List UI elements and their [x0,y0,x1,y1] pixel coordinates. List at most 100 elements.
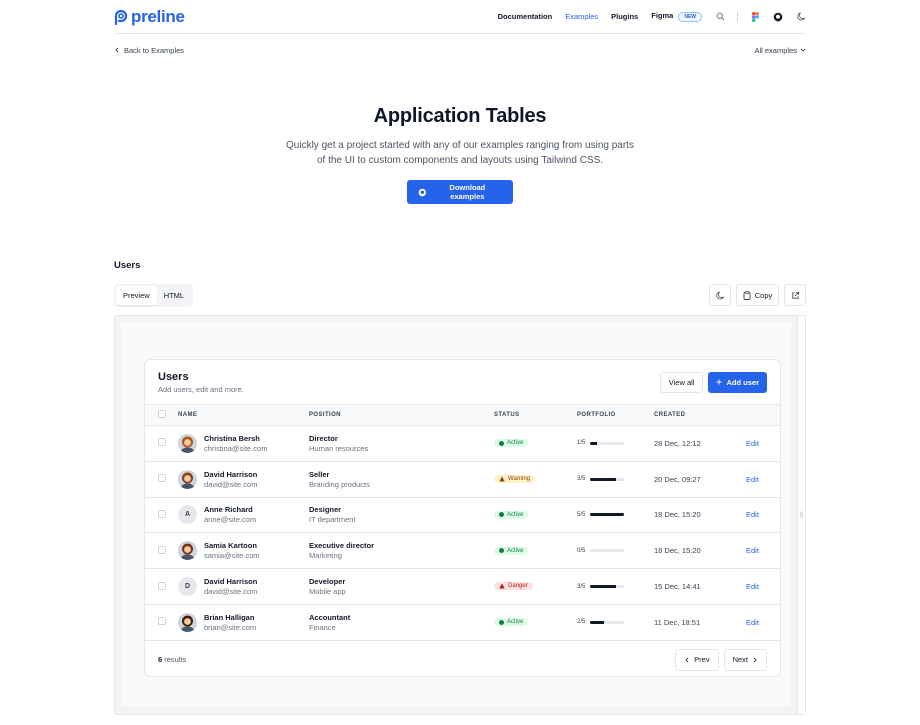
back-label: Back to Examples [124,45,185,55]
all-examples-dropdown[interactable]: All examples [754,46,806,55]
portfolio-value: 0/5 [577,547,586,554]
row-checkbox[interactable] [158,581,166,590]
portfolio-bar-fill [590,513,625,517]
status-badge: Danger [494,582,533,591]
portfolio-bar-fill [590,620,604,624]
resize-handle[interactable]: || [797,316,805,714]
user-email: david@site.com [204,587,258,597]
position-department: Marketing [309,551,342,561]
nav-figma-label: Figma [651,11,674,20]
dark-mode-toggle[interactable] [709,284,731,306]
created-date: 18 Dec, 15:20 [654,510,701,520]
github-icon[interactable] [773,12,783,22]
position-department: Human resources [309,443,369,453]
nav-examples[interactable]: Examples [565,12,598,21]
user-cell: David Harrison david@site.com [178,469,309,489]
tab-html[interactable]: HTML [157,286,191,305]
edit-link[interactable]: Edit [746,439,759,448]
add-user-label: Add user [726,377,759,387]
edit-link[interactable]: Edit [746,546,759,555]
alert-triangle-icon [499,583,505,589]
column-status[interactable]: STATUS [494,404,577,426]
new-badge: NEW [678,12,702,22]
check-circle-icon [499,512,504,518]
select-all-checkbox[interactable] [158,410,166,418]
edit-link[interactable]: Edit [746,618,759,627]
back-to-examples-link[interactable]: Back to Examples [114,46,184,55]
portfolio-progress: 3/5 [577,584,654,590]
user-cell: Christina Bersh christina@site.com [178,433,309,453]
user-name: Samia Kartoon [204,541,257,551]
plus-icon [716,379,722,385]
copy-button[interactable]: Copy [736,284,779,306]
prev-label: Prev [694,655,710,665]
results-count: 6 results [158,655,186,664]
edit-link[interactable]: Edit [746,475,759,484]
nav-figma[interactable]: Figma NEW [651,11,702,22]
portfolio-progress: 2/5 [577,619,654,625]
column-portfolio[interactable]: PORTFOLIO [577,404,654,426]
avatar-photo [178,612,197,632]
portfolio-progress: 3/5 [577,476,654,482]
card-header: Users Add users, edit and more. View all… [145,360,780,404]
user-cell: A Anne Richard anne@site.com [178,505,309,525]
row-checkbox[interactable] [158,617,166,626]
preview-tabs: Preview HTML [114,284,194,307]
nav-plugins[interactable]: Plugins [611,12,638,21]
logo[interactable]: preline [114,7,185,27]
portfolio-bar-fill [590,441,598,445]
check-circle-icon [499,548,504,554]
edit-link[interactable]: Edit [746,582,759,591]
preview-canvas: Users Add users, edit and more. View all… [121,322,791,706]
portfolio-value: 3/5 [577,583,586,590]
status-badge: Active [494,546,529,555]
row-checkbox[interactable] [158,509,166,518]
created-date: 15 Dec, 14:41 [654,582,701,592]
avatar: D [178,577,197,597]
avatar-photo [178,433,197,453]
check-circle-icon [499,440,504,446]
position-department: Branding products [309,479,370,489]
main-nav: Documentation Examples Plugins Figma NEW [485,11,806,22]
table-row: Samia Kartoon samia@site.com Executive di… [145,533,780,569]
next-label: Next [732,655,748,665]
download-examples-label: Download examples [449,183,486,201]
search-icon[interactable] [716,12,725,21]
position-title: Accountant [309,612,351,622]
portfolio-bar-fill [590,585,616,589]
hero-description: Quickly get a project started with any o… [286,140,634,166]
next-button[interactable]: Next [723,648,767,671]
moon-icon[interactable] [797,12,806,21]
created-date: 18 Dec, 15:20 [654,546,701,556]
row-checkbox[interactable] [158,474,166,483]
chevron-left-icon [115,47,119,52]
status-label: Active [507,511,524,518]
row-checkbox[interactable] [158,545,166,554]
add-user-button[interactable]: Add user [708,371,767,393]
nav-documentation[interactable]: Documentation [498,12,553,21]
prev-button[interactable]: Prev [675,648,719,671]
status-badge: Active [494,618,529,627]
position-department: Finance [309,622,336,632]
status-label: Active [507,619,524,626]
avatar [178,541,197,561]
edit-link[interactable]: Edit [746,510,759,519]
column-name[interactable]: NAME [178,404,309,426]
download-examples-button[interactable]: Download examples [407,180,513,204]
row-checkbox[interactable] [158,438,166,447]
user-email: david@site.com [204,479,258,489]
card-footer: 6 results Prev Next [145,641,780,676]
portfolio-progress: 0/5 [577,548,654,554]
open-in-new-tab-button[interactable] [784,284,806,306]
figma-icon[interactable] [752,11,759,22]
column-position[interactable]: POSITION [309,404,494,426]
status-label: Danger [508,583,528,590]
view-all-button[interactable]: View all [659,371,704,393]
tab-preview[interactable]: Preview [116,286,157,305]
position-department: IT department [309,515,356,525]
table-header-row: NAME POSITION STATUS PORTFOLIO CREATED [145,404,780,426]
portfolio-progress: 5/5 [577,512,654,518]
column-created[interactable]: CREATED [654,404,746,426]
created-date: 20 Dec, 09:27 [654,474,701,484]
portfolio-value: 3/5 [577,476,586,483]
